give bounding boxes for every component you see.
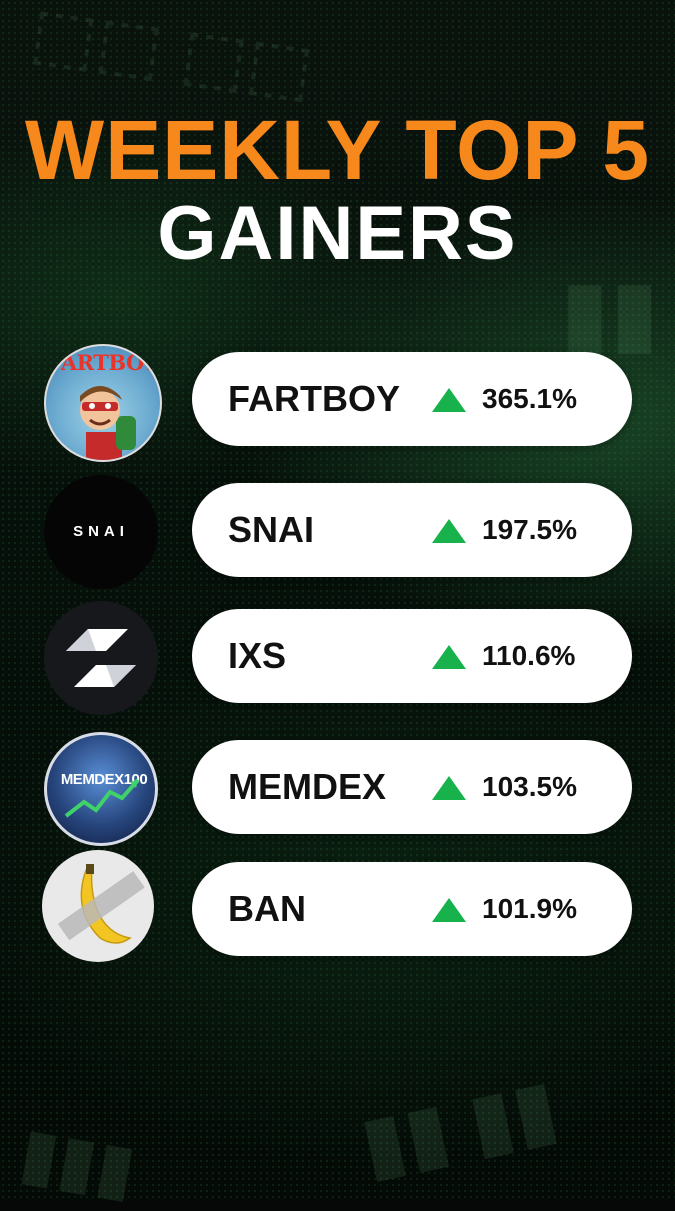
percent-change: 110.6%	[482, 640, 576, 671]
snai-logo-icon: SNAI	[44, 475, 158, 589]
gainer-row-snai: SNAI SNAI 197.5%	[0, 475, 675, 589]
ban-logo-icon	[42, 850, 154, 962]
up-arrow-icon	[432, 898, 466, 922]
gainer-pill-snai: SNAI 197.5%	[192, 483, 632, 577]
percent-change: 197.5%	[482, 514, 577, 545]
gainer-pill-memdex: MEMDEX 103.5%	[192, 740, 632, 834]
memdex-chart-icon	[64, 778, 140, 818]
percent-change: 101.9%	[482, 893, 577, 924]
ixs-chevrons-icon	[66, 629, 136, 687]
cartoon-boy-icon	[80, 386, 136, 460]
gainer-row-memdex: MEMDEX100 MEMDEX 103.5%	[0, 732, 675, 846]
memdex-logo-icon: MEMDEX100	[44, 732, 158, 846]
gainer-row-fartboy: FARTBOY FARTBOY 365.1%	[0, 344, 675, 462]
background-glyph: ▮▮	[560, 263, 660, 363]
percent-change: 103.5%	[482, 771, 577, 802]
gainer-row-ixs: IXS 110.6%	[0, 601, 675, 715]
up-arrow-icon	[432, 645, 466, 669]
up-arrow-icon	[432, 388, 466, 412]
percent-change: 365.1%	[482, 383, 577, 414]
gainer-pill-fartboy: FARTBOY 365.1%	[192, 352, 632, 446]
snai-logo-wordmark: SNAI	[73, 523, 129, 540]
ticker-label: BAN	[228, 888, 306, 929]
fartboy-logo-icon: FARTBOY	[44, 344, 162, 462]
title-gainers: GAINERS	[157, 191, 518, 276]
gainer-pill-ixs: IXS 110.6%	[192, 609, 632, 703]
ticker-label: FARTBOY	[228, 378, 401, 419]
ixs-logo-icon	[44, 601, 158, 715]
ticker-label: IXS	[228, 635, 287, 676]
ticker-label: SNAI	[228, 509, 315, 550]
up-arrow-icon	[432, 776, 466, 800]
title-weekly-top-5: WEEKLY TOP 5	[24, 103, 651, 197]
gainer-row-ban: BAN 101.9%	[0, 850, 675, 962]
gainer-pill-ban: BAN 101.9%	[192, 862, 632, 956]
ticker-label: MEMDEX	[228, 766, 387, 807]
banana-icon	[57, 864, 145, 944]
up-arrow-icon	[432, 519, 466, 543]
